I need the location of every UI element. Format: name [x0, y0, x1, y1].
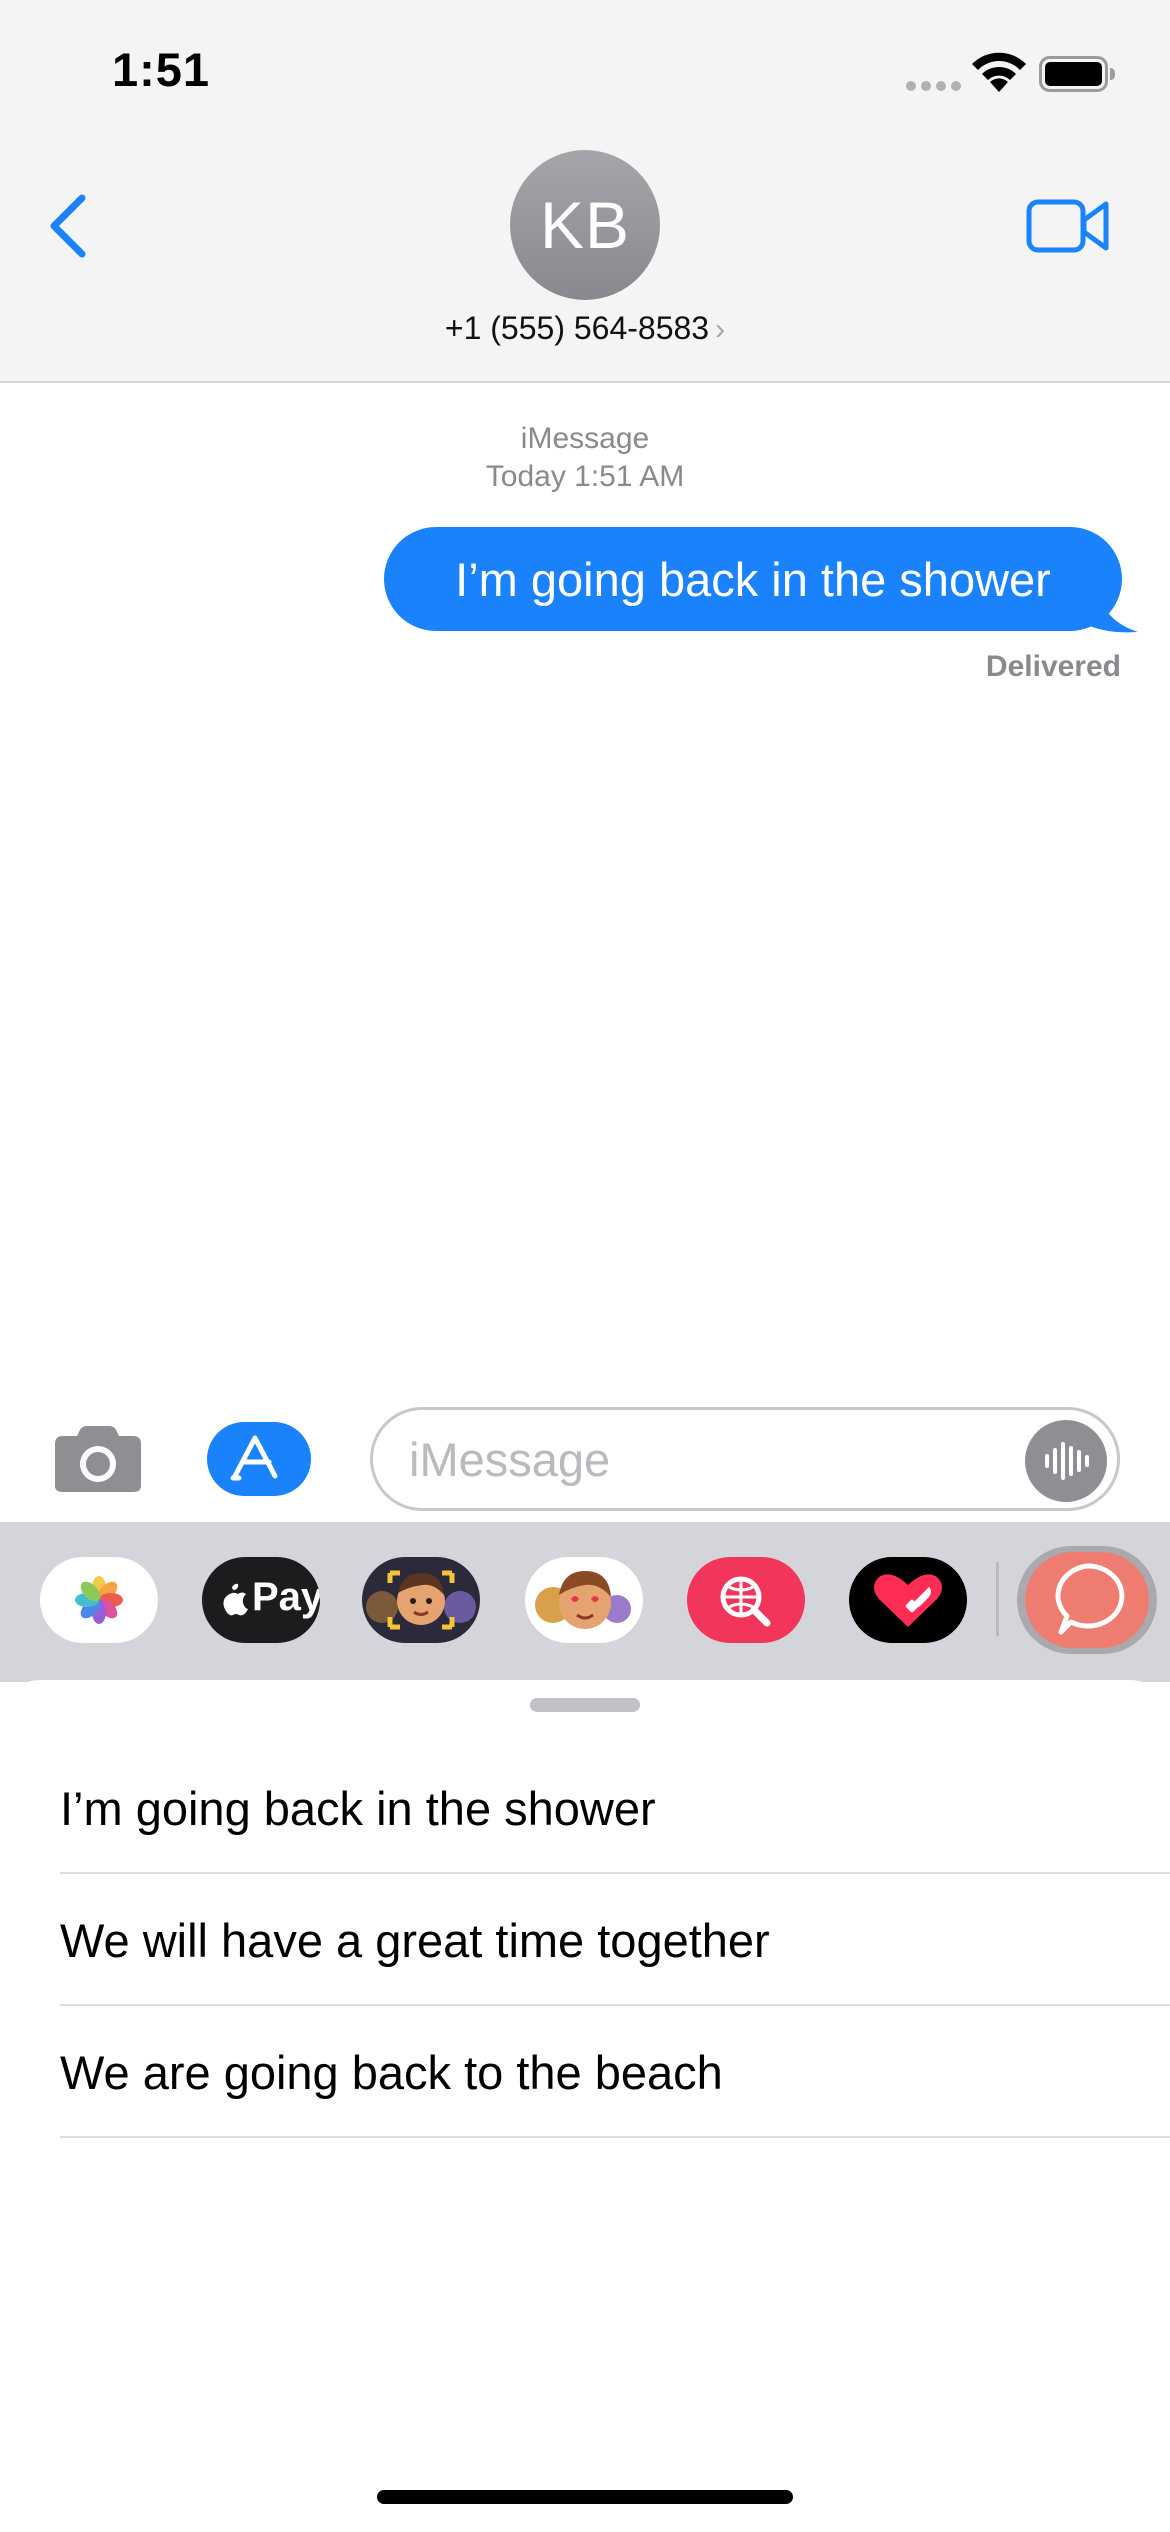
app-store-icon	[207, 1422, 311, 1496]
back-button[interactable]	[40, 190, 100, 262]
conversation-info: iMessage Today 1:51 AM	[0, 420, 1170, 496]
apple-pay-label: Pay	[252, 1575, 320, 1619]
wifi-icon	[972, 52, 1026, 92]
delivery-status: Delivered	[985, 650, 1121, 683]
chevron-right-icon: ›	[715, 313, 726, 346]
photos-icon	[75, 1576, 123, 1624]
message-input-field[interactable]	[370, 1407, 1120, 1511]
camera-button[interactable]	[53, 1424, 143, 1494]
audio-message-button[interactable]	[1025, 1420, 1107, 1502]
suggestion-text: We will have a great time together	[60, 1913, 770, 1967]
suggestion-text: We are going back to the beach	[60, 2045, 723, 2099]
message-timestamp: Today 1:51 AM	[485, 460, 685, 493]
waveform-icon	[1045, 1442, 1089, 1480]
memoji-camera-app-button[interactable]	[362, 1557, 480, 1643]
app-drawer-divider	[996, 1562, 999, 1636]
service-label: iMessage	[520, 422, 650, 455]
suggestion-item[interactable]: We are going back to the beach	[60, 2008, 1170, 2138]
suggestion-item[interactable]: We will have a great time together	[60, 1876, 1170, 2006]
bubble-tail	[1090, 590, 1138, 633]
message-text: I’m going back in the shower	[455, 552, 1051, 606]
memoji-stickers-app-button[interactable]	[525, 1557, 643, 1643]
status-bar-time: 1:51	[112, 43, 211, 96]
cellular-signal-icon	[906, 81, 961, 91]
video-call-button[interactable]	[1026, 196, 1110, 256]
suggestion-text: I’m going back in the shower	[60, 1781, 656, 1835]
message-input[interactable]	[409, 1410, 1009, 1508]
globe-search-icon	[720, 1576, 771, 1627]
home-indicator[interactable]	[377, 2490, 793, 2504]
contact-avatar[interactable]: KB	[510, 150, 660, 300]
memoji-stickers-icon	[535, 1571, 631, 1629]
contact-name-button[interactable]: +1 (555) 564-8583 ›	[0, 310, 1170, 347]
apple-pay-app-button[interactable]: Pay	[202, 1557, 320, 1643]
suggestions-sheet: I’m going back in the shower We will hav…	[0, 1680, 1170, 2532]
app-store-button[interactable]	[205, 1420, 321, 1498]
selected-app-button[interactable]	[1017, 1546, 1157, 1654]
battery-icon	[1039, 56, 1115, 92]
photos-app-button[interactable]	[40, 1557, 158, 1643]
memoji-camera-icon	[366, 1570, 476, 1630]
contact-phone-number: +1 (555) 564-8583	[444, 310, 710, 346]
conversation-header: 1:51 KB +1 (555) 564-8583 ›	[0, 0, 1170, 383]
app-drawer: Pay	[0, 1522, 1170, 1682]
digital-touch-app-button[interactable]	[849, 1557, 967, 1643]
sheet-grabber[interactable]	[530, 1698, 640, 1712]
avatar-initials: KB	[539, 188, 631, 262]
sent-message-bubble[interactable]: I’m going back in the shower	[384, 527, 1122, 631]
suggestion-item[interactable]: I’m going back in the shower	[60, 1744, 1170, 1874]
digital-touch-heart-icon	[874, 1574, 942, 1627]
images-search-app-button[interactable]	[687, 1557, 805, 1643]
speech-bubble-icon	[1025, 1552, 1149, 1648]
